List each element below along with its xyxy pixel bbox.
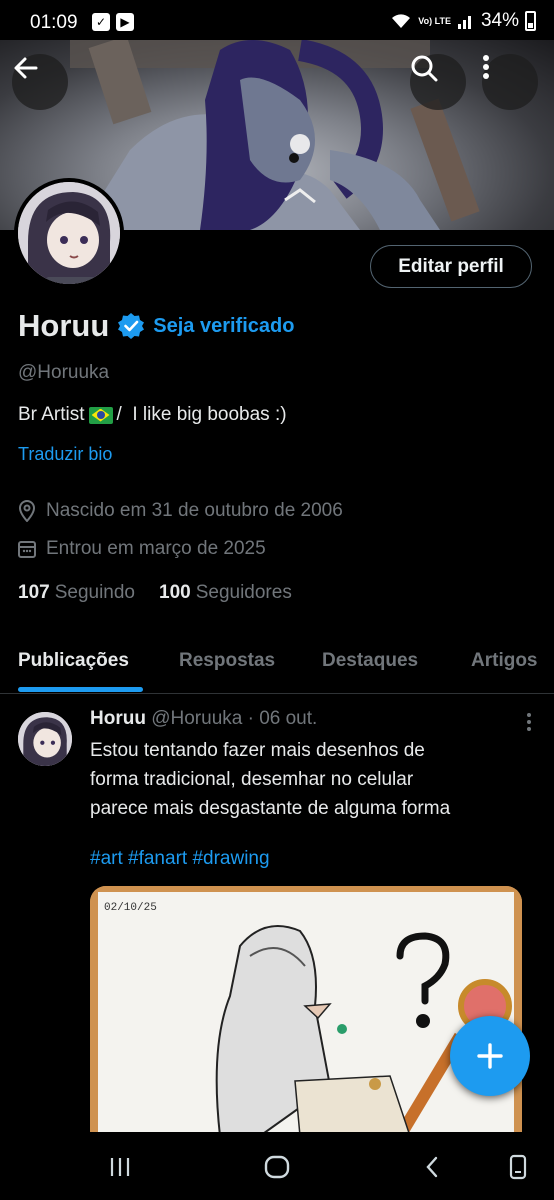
compose-post-button[interactable] (450, 1016, 530, 1096)
joined-row: Entrou em março de 2025 (18, 538, 266, 560)
following-label: Seguindo (54, 582, 135, 603)
home-icon (264, 1155, 290, 1179)
drawing-date: 02/10/25 (104, 902, 157, 914)
calendar-icon (18, 541, 36, 558)
more-options-button[interactable] (482, 54, 538, 110)
name-row: Horuu Seja verificado (18, 308, 294, 344)
post-author-name[interactable]: Horuu (90, 708, 146, 729)
following-count: 107 (18, 582, 50, 603)
brazil-flag-icon (88, 406, 113, 424)
search-icon (411, 55, 438, 82)
follow-stats: 107 Seguindo 100 Seguidores (18, 582, 292, 604)
active-tab-indicator (18, 687, 143, 692)
birthdate-row: Nascido em 31 de outubro de 2006 (18, 500, 343, 522)
search-button[interactable] (410, 54, 466, 110)
get-verified-link[interactable]: Seja verificado (153, 315, 294, 338)
wifi-icon (392, 14, 411, 28)
more-vertical-icon (527, 713, 531, 731)
post-text: Estou tentando fazer mais desenhos de fo… (90, 736, 530, 823)
status-right: Vo) LTE 34% (390, 10, 536, 32)
followers-label: Seguidores (195, 582, 292, 603)
home-button[interactable] (257, 1150, 297, 1184)
battery-percent: 34% (480, 10, 519, 31)
tab-highlights[interactable]: Destaques (322, 650, 418, 672)
post-text-line: parece mais desgastante de alguma forma (90, 798, 451, 819)
profile-handle: @Horuuka (18, 362, 110, 383)
youtube-notification-icon: ▶ (116, 13, 134, 31)
status-bar: 01:09 ✓ ▶ Vo) LTE 34% (0, 0, 554, 44)
phone-icon (509, 1154, 527, 1180)
following-link[interactable]: 107 Seguindo (18, 582, 135, 604)
tab-replies[interactable]: Respostas (179, 650, 275, 672)
edit-profile-button[interactable]: Editar perfil (370, 245, 532, 288)
joined-text: Entrou em março de 2025 (46, 538, 266, 559)
plus-icon (477, 1043, 503, 1069)
system-navigation-bar (0, 1132, 554, 1200)
keyboard-toggle-button[interactable] (498, 1150, 538, 1184)
location-pin-icon (18, 500, 36, 522)
drawing-artwork: 02/10/25 (90, 886, 522, 1142)
post-text-line: Estou tentando fazer mais desenhos de (90, 740, 425, 761)
post-image[interactable]: 02/10/25 (90, 886, 522, 1146)
post-hashtags[interactable]: #art #fanart #drawing (90, 848, 270, 870)
post-header: Horuu @Horuuka · 06 out. (90, 708, 317, 730)
post-more-button[interactable] (526, 712, 532, 737)
battery-icon (525, 11, 536, 31)
back-button[interactable] (12, 54, 68, 110)
profile-bio: Br Artist / I like big boobas :) (18, 404, 287, 426)
profile-avatar[interactable] (14, 178, 124, 288)
avatar-artwork (18, 182, 120, 284)
notification-icons: ✓ ▶ (92, 13, 134, 31)
signal-icon (457, 16, 471, 29)
post-handle-date: @Horuuka · 06 out. (151, 708, 318, 729)
network-label: Vo) LTE (418, 15, 451, 26)
birthdate-text: Nascido em 31 de outubro de 2006 (46, 500, 343, 521)
arrow-left-icon (14, 57, 38, 79)
verified-badge-icon[interactable] (117, 312, 145, 340)
translate-bio-link[interactable]: Traduzir bio (18, 444, 112, 465)
profile-tabs: Publicações Respostas Destaques Artigos (0, 632, 554, 694)
chevron-left-icon (426, 1156, 438, 1178)
recent-apps-icon (110, 1158, 130, 1176)
followers-count: 100 (159, 582, 191, 603)
bio-suffix: / I like big boobas :) (116, 404, 287, 425)
bio-prefix: Br Artist (18, 404, 85, 425)
post-text-line: forma tradicional, desemhar no celular (90, 769, 414, 790)
tab-articles[interactable]: Artigos (471, 650, 538, 672)
tab-posts[interactable]: Publicações (18, 650, 129, 672)
check-notification-icon: ✓ (92, 13, 110, 31)
avatar-artwork (18, 712, 72, 766)
back-nav-button[interactable] (412, 1150, 452, 1184)
recent-apps-button[interactable] (100, 1150, 140, 1184)
more-vertical-icon (483, 55, 489, 79)
profile-name: Horuu (18, 308, 110, 343)
status-time: 01:09 (30, 12, 78, 33)
post-author-avatar[interactable] (18, 712, 72, 766)
followers-link[interactable]: 100 Seguidores (159, 582, 292, 604)
